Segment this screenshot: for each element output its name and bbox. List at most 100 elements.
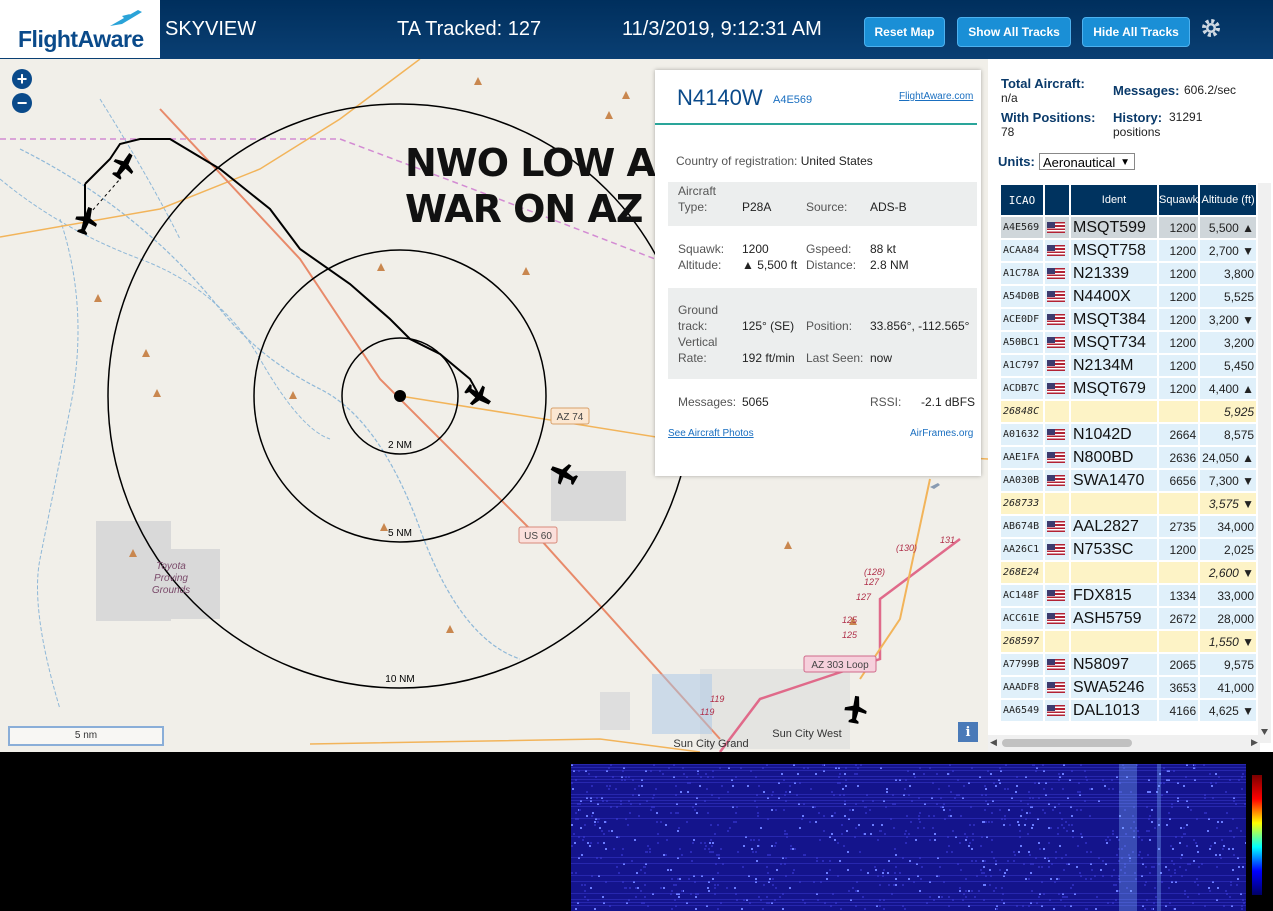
col-header-ident[interactable]: Ident: [1071, 185, 1157, 215]
col-header-squawk[interactable]: Squawk: [1159, 185, 1199, 215]
cell-icao: AB674B: [1001, 516, 1043, 537]
cell-altitude: 5,450: [1200, 355, 1257, 376]
route-number: 127: [864, 577, 880, 587]
place-label-sun-city-grand: Sun City Grand: [673, 738, 748, 750]
cell-flag: [1045, 447, 1069, 468]
cell-altitude: 5,925: [1200, 401, 1257, 422]
total-aircraft-label: Total Aircraft:: [1001, 76, 1085, 91]
table-row[interactable]: ACDB7C MSQT679 1200 4,400 ▲: [1001, 378, 1257, 399]
popup-source: ADS-B: [870, 200, 907, 214]
cell-ident: [1071, 493, 1157, 514]
cell-flag: [1045, 608, 1069, 629]
overlay-text-line-2: WAR ON AZ: [405, 187, 643, 231]
table-row[interactable]: A50BC1 MSQT734 1200 3,200: [1001, 332, 1257, 353]
table-row[interactable]: AA26C1 N753SC 1200 2,025: [1001, 539, 1257, 560]
label-last-seen: Last Seen:: [806, 351, 864, 365]
map-info-button[interactable]: i: [958, 722, 978, 742]
history-value: 31291: [1169, 110, 1203, 124]
table-row[interactable]: ACAA84 MSQT758 1200 2,700 ▼: [1001, 240, 1257, 261]
cell-squawk: 1200: [1159, 332, 1199, 353]
table-row[interactable]: 26848C 5,925: [1001, 401, 1257, 422]
aircraft-details-popup[interactable]: N4140W A4E569 FlightAware.com Country of…: [655, 70, 981, 476]
table-row[interactable]: A4E569 MSQT599 1200 5,500 ▲: [1001, 217, 1257, 238]
cell-icao: A1C78A: [1001, 263, 1043, 284]
cell-ident: N21339: [1071, 263, 1157, 284]
total-aircraft-value: n/a: [1001, 91, 1018, 105]
table-row[interactable]: AAADF8 SWA5246 3653 41,000: [1001, 677, 1257, 698]
us-flag-icon: [1047, 612, 1065, 624]
cell-squawk: 2065: [1159, 654, 1199, 675]
cell-squawk: 1200: [1159, 355, 1199, 376]
flightaware-logo[interactable]: FlightAware: [0, 0, 160, 58]
vertical-scrollbar[interactable]: [1258, 183, 1271, 743]
units-select[interactable]: Aeronautical ▼: [1039, 153, 1135, 170]
table-row[interactable]: 268597 1,550 ▼: [1001, 631, 1257, 652]
table-row[interactable]: A7799B N58097 2065 9,575: [1001, 654, 1257, 675]
reset-map-button[interactable]: Reset Map: [864, 17, 945, 47]
col-header-altitude[interactable]: Altitude (ft): [1200, 185, 1257, 215]
scroll-left-icon[interactable]: ◀: [990, 737, 997, 748]
table-row[interactable]: A1C78A N21339 1200 3,800: [1001, 263, 1257, 284]
cell-flag: [1045, 401, 1069, 422]
cell-squawk: 1200: [1159, 539, 1199, 560]
ring-label-2nm: 2 NM: [388, 440, 412, 451]
hide-all-tracks-button[interactable]: Hide All Tracks: [1082, 17, 1190, 47]
place-label-grounds: Grounds: [152, 585, 190, 596]
label-squawk: Squawk:: [678, 242, 725, 256]
table-row[interactable]: 268733 3,575 ▼: [1001, 493, 1257, 514]
col-header-icao[interactable]: ICAO: [1001, 185, 1043, 215]
cell-ident: SWA5246: [1071, 677, 1157, 698]
settings-gear-icon[interactable]: [1199, 16, 1223, 40]
us-flag-icon: [1047, 543, 1065, 555]
table-row[interactable]: AA030B SWA1470 6656 7,300 ▼: [1001, 470, 1257, 491]
popup-country-row: Country of registration: United States: [676, 154, 873, 168]
cell-ident: N753SC: [1071, 539, 1157, 560]
us-flag-icon: [1047, 290, 1065, 302]
cell-icao: A1C797: [1001, 355, 1043, 376]
us-flag-icon: [1047, 704, 1065, 716]
label-ground-2: track:: [678, 319, 708, 333]
cell-squawk: 2735: [1159, 516, 1199, 537]
cell-altitude: 2,700 ▼: [1200, 240, 1257, 261]
see-aircraft-photos-link[interactable]: See Aircraft Photos: [668, 428, 754, 439]
scroll-right-icon[interactable]: ▶: [1251, 737, 1258, 748]
us-flag-icon: [1047, 221, 1065, 233]
cell-icao: A01632: [1001, 424, 1043, 445]
table-row[interactable]: AA6549 DAL1013 4166 4,625 ▼: [1001, 700, 1257, 721]
zoom-out-button[interactable]: −: [12, 93, 32, 113]
table-row[interactable]: AC148F FDX815 1334 33,000: [1001, 585, 1257, 606]
horizontal-scrollbar[interactable]: ◀ ▶: [988, 735, 1260, 752]
us-flag-icon: [1047, 428, 1065, 440]
table-row[interactable]: 268E24 2,600 ▼: [1001, 562, 1257, 583]
cell-ident: MSQT679: [1071, 378, 1157, 399]
table-row[interactable]: AB674B AAL2827 2735 34,000: [1001, 516, 1257, 537]
road-label-us60: US 60: [524, 531, 552, 542]
popup-block-track: Ground track: 125° (SE) Position: 33.856…: [668, 288, 977, 379]
cell-altitude: 34,000: [1200, 516, 1257, 537]
popup-divider: [655, 123, 977, 125]
table-row[interactable]: A54D0B N4400X 1200 5,525: [1001, 286, 1257, 307]
cell-icao: ACE0DF: [1001, 309, 1043, 330]
table-row[interactable]: A1C797 N2134M 1200 5,450: [1001, 355, 1257, 376]
cell-squawk: 1200: [1159, 240, 1199, 261]
horizontal-scroll-thumb[interactable]: [1002, 739, 1132, 747]
popup-flightaware-link[interactable]: FlightAware.com: [899, 91, 973, 102]
cell-altitude: 3,200 ▼: [1200, 309, 1257, 330]
table-row[interactable]: ACE0DF MSQT384 1200 3,200 ▼: [1001, 309, 1257, 330]
show-all-tracks-button[interactable]: Show All Tracks: [957, 17, 1071, 47]
cell-flag: [1045, 378, 1069, 399]
app-name: SKYVIEW: [165, 18, 257, 40]
table-row[interactable]: AAE1FA N800BD 2636 24,050 ▲: [1001, 447, 1257, 468]
airframes-link[interactable]: AirFrames.org: [910, 428, 973, 439]
cell-flag: [1045, 217, 1069, 238]
ring-label-10nm: 10 NM: [385, 674, 414, 685]
road-label-az303: AZ 303 Loop: [811, 660, 869, 671]
aircraft-table[interactable]: ICAO Ident Squawk Altitude (ft) A4E569 MS…: [999, 183, 1258, 723]
zoom-in-button[interactable]: +: [12, 69, 32, 89]
table-row[interactable]: A01632 N1042D 2664 8,575: [1001, 424, 1257, 445]
cell-ident: N1042D: [1071, 424, 1157, 445]
col-header-flag[interactable]: [1045, 185, 1069, 215]
cell-ident: MSQT734: [1071, 332, 1157, 353]
cell-squawk: [1159, 493, 1199, 514]
table-row[interactable]: ACC61E ASH5759 2672 28,000: [1001, 608, 1257, 629]
